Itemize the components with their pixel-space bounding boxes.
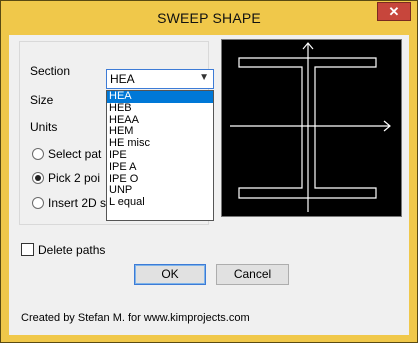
insert-2d-shape-label: Insert 2D s <box>48 196 107 210</box>
dropdown-item-ipe[interactable]: IPE <box>107 149 213 162</box>
options-group: Section Size Units HEA ▼ Select pat Pick… <box>19 41 214 225</box>
size-label: Size <box>30 93 54 107</box>
dropdown-item-l-equal[interactable]: L equal <box>107 196 213 209</box>
units-label: Units <box>30 120 58 134</box>
i-beam-preview-drawing <box>230 42 391 212</box>
select-paths-label: Select pat <box>48 147 102 161</box>
section-label: Section <box>30 64 71 78</box>
cancel-button[interactable]: Cancel <box>216 264 289 285</box>
section-combobox-value: HEA <box>110 72 135 86</box>
delete-paths-label: Delete paths <box>38 243 106 257</box>
insert-2d-shape-radio[interactable] <box>32 197 44 209</box>
credits-text: Created by Stefan M. for www.kimprojects… <box>21 312 250 324</box>
select-paths-radio[interactable] <box>32 148 44 160</box>
dialog-client-area: Section Size Units HEA ▼ Select pat Pick… <box>9 35 409 335</box>
window-title: SWEEP SHAPE <box>157 10 261 26</box>
close-button[interactable]: ✕ <box>377 2 411 21</box>
pick-2-points-radio[interactable] <box>32 172 44 184</box>
sweep-shape-window: SWEEP SHAPE ✕ Section Size Units HEA ▼ S… <box>0 0 418 343</box>
close-icon: ✕ <box>388 4 400 19</box>
dropdown-item-heb[interactable]: HEB <box>107 102 213 115</box>
pick-2-points-label: Pick 2 poi <box>48 171 101 185</box>
dropdown-item-ipe-a[interactable]: IPE A <box>107 161 213 174</box>
delete-paths-checkbox[interactable] <box>21 243 34 256</box>
section-preview <box>221 39 402 217</box>
section-combobox[interactable]: HEA ▼ <box>106 69 214 89</box>
chevron-down-icon[interactable]: ▼ <box>199 72 209 83</box>
ok-button[interactable]: OK <box>134 264 206 285</box>
title-bar[interactable]: SWEEP SHAPE ✕ <box>1 1 417 35</box>
section-dropdown-list[interactable]: HEA HEB HEAA HEM HE misc IPE IPE A IPE O… <box>106 90 214 221</box>
